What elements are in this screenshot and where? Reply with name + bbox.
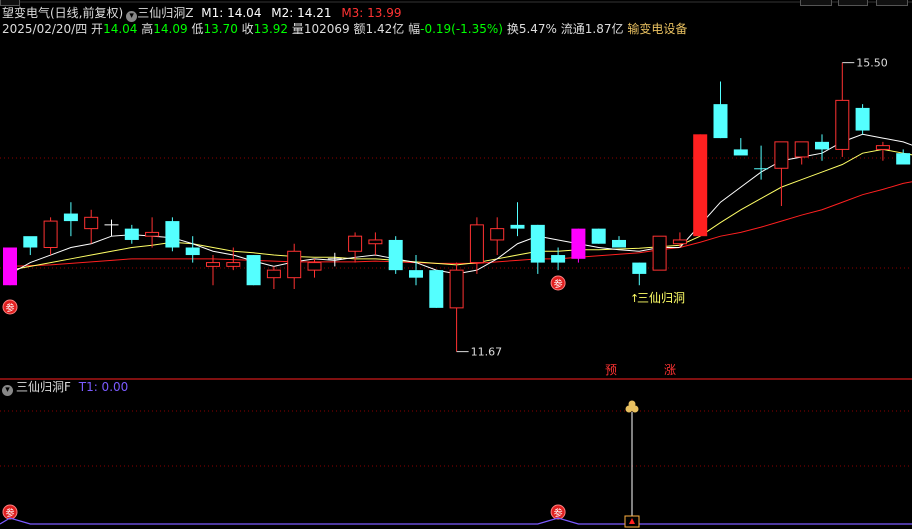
candle-body <box>165 221 180 248</box>
open-label: 开 <box>91 22 104 36</box>
candle-body <box>185 247 200 256</box>
high-price-label: 15.50 <box>856 57 888 70</box>
t1-line <box>0 517 912 525</box>
candle-body <box>307 262 322 271</box>
candle-body <box>835 99 850 150</box>
candle-body <box>348 235 363 252</box>
main-chart[interactable]: 15.5011.67↑三仙归洞参参参 参预涨 <box>0 0 912 529</box>
m3-value: M3: 13.99 <box>341 6 402 20</box>
candle-body <box>754 168 769 170</box>
t1-value: T1: 0.00 <box>78 380 129 394</box>
can-badge-4-text: 参 <box>554 507 563 519</box>
low-label: 低 <box>191 22 204 36</box>
candle-body <box>693 134 708 237</box>
toolbar-button-2[interactable] <box>838 0 868 6</box>
sub-indicator-name[interactable]: 三仙归洞F <box>16 380 71 394</box>
volume-value: 102069 <box>303 22 350 36</box>
candle-body <box>733 149 748 156</box>
candle-body <box>43 220 58 249</box>
candle-body <box>510 224 525 229</box>
candle-body <box>84 216 99 230</box>
candle-body <box>368 239 383 245</box>
candle-body <box>409 270 423 278</box>
main-header: 望变电气(日线,前复权) ▾ 三仙归洞Z M1: 14.04 M2: 14.21 M… <box>2 5 402 22</box>
change-value: -0.19(-1.35%) <box>420 22 503 36</box>
volume-label: 量 <box>291 22 304 36</box>
candle-body <box>206 262 220 267</box>
candle-body <box>246 255 261 286</box>
yu-badge: 预 <box>605 363 617 377</box>
candle-body <box>490 228 505 241</box>
candle-body <box>571 228 586 259</box>
toolbar-button-1[interactable] <box>800 0 832 6</box>
stock-chart-window: 15.50 11.67 ↑ 三仙归洞参参参参预涨 望变电气(日线,前复权) ▾ 三仙归洞Z… <box>0 0 912 529</box>
candle-body <box>855 107 870 131</box>
candle-body <box>896 153 911 165</box>
signal-dot-3 <box>628 400 636 408</box>
candle-body <box>266 269 281 279</box>
candle-body <box>287 250 302 279</box>
signal-label: 三仙归洞 <box>637 291 685 305</box>
m1-value: M1: 14.04 <box>201 6 262 20</box>
candle-body <box>612 239 626 248</box>
candle-body <box>774 141 789 169</box>
sub-indicator-dropdown-icon[interactable]: ▾ <box>2 385 13 396</box>
candle-body <box>23 236 38 248</box>
candle-body <box>145 231 160 237</box>
candle-body <box>449 269 464 309</box>
candle-body <box>63 213 78 222</box>
m2-value: M2: 14.21 <box>271 6 332 20</box>
stock-name[interactable]: 望变电气(日线,前复权) <box>2 6 123 20</box>
low-value: 13.70 <box>203 22 238 36</box>
candle-body <box>794 141 809 158</box>
high-value: 14.09 <box>153 22 188 36</box>
amount-value: 1.42亿 <box>365 22 405 36</box>
can-badge-2-text: 参 <box>554 278 563 290</box>
industry: 输变电设备 <box>627 22 688 36</box>
candle-body <box>429 270 444 308</box>
indicator-name[interactable]: 三仙归洞Z <box>137 6 193 20</box>
candle-body <box>875 145 890 150</box>
low-price-label: 11.67 <box>471 346 503 359</box>
high-label: 高 <box>141 22 154 36</box>
candle-body <box>388 239 403 271</box>
open-value: 14.04 <box>103 22 138 36</box>
candle-body <box>632 262 647 274</box>
candle-body <box>469 224 484 264</box>
can-badge-3-text: 参 <box>5 507 14 519</box>
sub-indicator-header: ▾ 三仙归洞F T1: 0.00 <box>2 379 128 396</box>
quote-date: 2025/02/20/四 <box>2 22 88 36</box>
turnover-value: 5.47% <box>518 22 557 36</box>
candle-body <box>530 224 545 263</box>
float-value: 1.87亿 <box>584 22 624 36</box>
candle-body <box>815 141 829 150</box>
candle-body <box>591 228 606 244</box>
candle-body <box>713 104 728 139</box>
amount-label: 额 <box>353 22 366 36</box>
candle-body <box>3 247 17 286</box>
candle-body <box>226 262 241 267</box>
float-label: 流通 <box>560 22 585 36</box>
candle-body <box>551 255 566 263</box>
zhang-badge: 涨 <box>664 362 676 377</box>
toolbar-button-3[interactable] <box>876 0 908 6</box>
candle-body <box>652 235 667 271</box>
close-value: 13.92 <box>253 22 289 36</box>
close-label: 收 <box>241 22 254 36</box>
quote-bar: 2025/02/20/四 开14.04 高14.09 低13.70 收13.92… <box>2 21 687 37</box>
change-label: 幅 <box>408 22 421 36</box>
can-badge-1-text: 参 <box>5 302 14 314</box>
candle-body <box>124 228 139 240</box>
candle-body <box>672 239 687 245</box>
turnover-label: 换 <box>506 22 519 36</box>
